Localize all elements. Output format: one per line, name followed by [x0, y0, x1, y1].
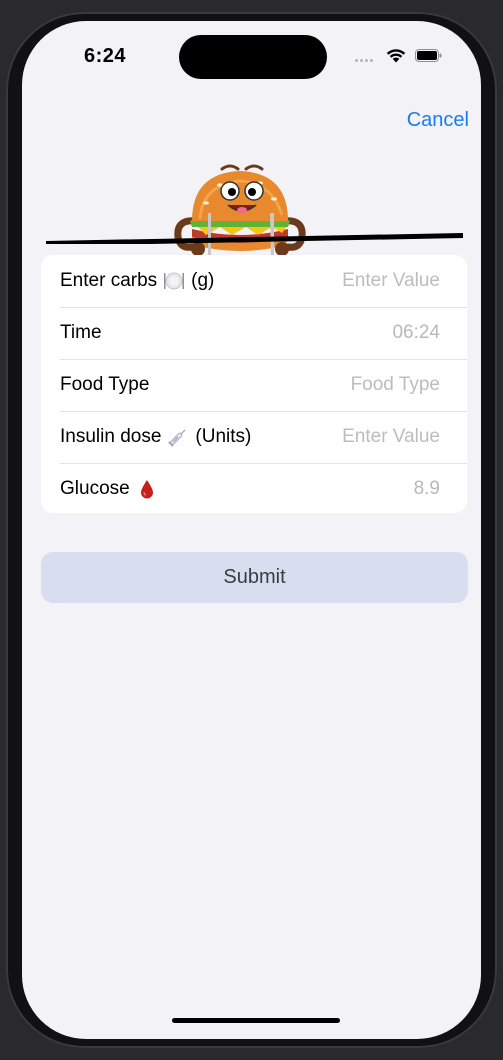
carbs-input[interactable]: Enter Value	[342, 270, 440, 292]
time-label: Time	[60, 322, 102, 343]
plate-icon	[164, 272, 185, 290]
syringe-icon	[168, 429, 186, 447]
time-row[interactable]: Time 06:24	[41, 307, 467, 359]
app-screen: 6:24 Cancel Enter carbs (g) Enter Value …	[22, 21, 481, 1039]
dynamic-island	[179, 35, 327, 79]
submit-button[interactable]: Submit	[41, 552, 468, 603]
insulin-dose-label: Insulin dose (Units)	[60, 426, 252, 447]
food-type-label: Food Type	[60, 374, 150, 395]
phone-frame: 6:24 Cancel Enter carbs (g) Enter Value …	[6, 12, 497, 1048]
insulin-dose-input[interactable]: Enter Value	[342, 426, 440, 448]
cancel-button[interactable]: Cancel	[407, 109, 469, 132]
home-indicator[interactable]	[172, 1018, 340, 1023]
food-type-row[interactable]: Food Type Food Type	[41, 359, 467, 411]
food-type-input[interactable]: Food Type	[351, 374, 440, 396]
carbs-row[interactable]: Enter carbs (g) Enter Value	[41, 255, 467, 307]
status-bar-time: 6:24	[84, 45, 127, 67]
burger-mascot-icon	[174, 164, 306, 257]
cellular-signal-icon	[355, 59, 373, 62]
battery-icon	[415, 49, 442, 62]
entry-form: Enter carbs (g) Enter Value Time 06:24 F…	[41, 255, 467, 513]
insulin-dose-row[interactable]: Insulin dose (Units) Enter Value	[41, 411, 467, 463]
table-edge-divider	[46, 233, 463, 244]
glucose-label: Glucose	[60, 478, 158, 500]
time-picker[interactable]: 06:24	[392, 322, 440, 344]
glucose-input[interactable]: 8.9	[414, 478, 440, 500]
glucose-row[interactable]: Glucose 8.9	[41, 463, 467, 513]
blood-drop-icon	[140, 480, 153, 499]
wifi-icon	[386, 49, 406, 63]
carbs-label: Enter carbs (g)	[60, 270, 215, 291]
